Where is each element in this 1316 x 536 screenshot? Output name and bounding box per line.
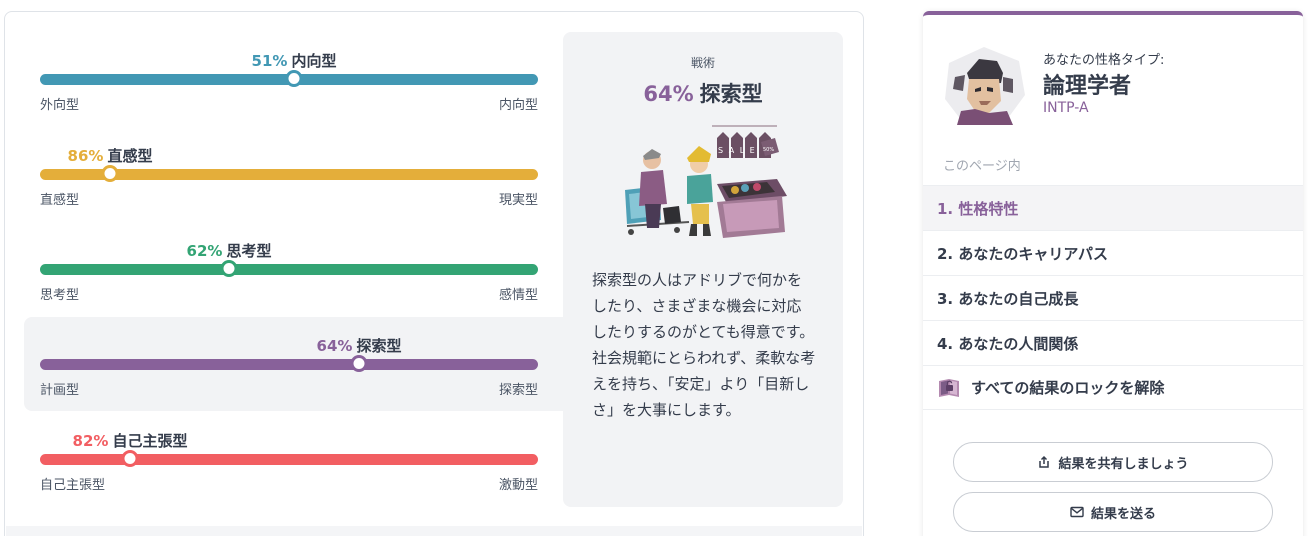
trait-knob[interactable] <box>220 260 238 277</box>
trait-right-label: 現実型 <box>498 193 538 208</box>
toc-item-label: 1. 性格特性 <box>937 199 1019 218</box>
trait-knob[interactable] <box>101 165 119 182</box>
unlock-all-results[interactable]: すべての結果のロックを解除 <box>923 365 1303 410</box>
result-sidebar: あなたの性格タイプ: 論理学者 INTP-A このページ内 1. 性格特性 2.… <box>923 11 1303 536</box>
logician-avatar <box>945 47 1025 125</box>
share-results-label: 結果を共有しましょう <box>1058 456 1189 472</box>
trait-right-label: 内向型 <box>498 98 538 113</box>
trait-percent: 64% <box>316 337 353 355</box>
card-footer-strip <box>6 526 862 536</box>
trait-name: 直感型 <box>107 147 153 165</box>
unlock-label: すべての結果のロックを解除 <box>971 379 1165 397</box>
trait-name: 自己主張型 <box>112 432 188 450</box>
trait-name: 内向型 <box>291 52 337 70</box>
trait-left-label: 思考型 <box>40 288 80 303</box>
trait-bar <box>40 454 538 465</box>
trait-name: 思考型 <box>226 242 272 260</box>
toc-item-label: 2. あなたのキャリアパス <box>937 244 1109 263</box>
share-icon <box>1039 455 1050 468</box>
trait-percent: 86% <box>67 147 104 165</box>
trait-percent: 51% <box>251 52 288 70</box>
sale-tag-text: SALE <box>718 146 760 155</box>
trait-bar <box>40 264 538 275</box>
trait-mind[interactable]: 86% 直感型 直感型 現実型 <box>40 145 538 225</box>
send-results-label: 結果を送る <box>1090 506 1156 522</box>
unlock-book-icon <box>939 378 959 397</box>
toc-item-label: 3. あなたの自己成長 <box>937 289 1079 308</box>
trait-detail-percent: 64% <box>643 82 694 106</box>
trait-right-label: 感情型 <box>498 288 538 303</box>
personality-type-kicker: あなたの性格タイプ: <box>1043 53 1165 68</box>
trait-nature[interactable]: 62% 思考型 思考型 感情型 <box>40 240 538 320</box>
trait-left-label: 外向型 <box>40 98 80 113</box>
trait-detail-kicker: 戦術 <box>690 56 715 70</box>
trait-knob[interactable] <box>285 70 303 87</box>
personality-type-name: 論理学者 <box>1043 74 1132 99</box>
mail-icon <box>1070 506 1084 518</box>
toc-item-traits[interactable]: 1. 性格特性 <box>923 185 1303 230</box>
trait-label: 64% 探索型 <box>317 335 402 356</box>
trait-right-label: 探索型 <box>498 383 538 398</box>
trait-label: 62% 思考型 <box>187 240 272 261</box>
trait-label: 51% 内向型 <box>252 50 337 71</box>
trait-knob[interactable] <box>350 355 368 372</box>
trait-name: 探索型 <box>356 337 402 355</box>
trait-bar <box>40 359 538 370</box>
trait-left-label: 直感型 <box>40 193 80 208</box>
trait-percent: 82% <box>72 432 109 450</box>
trait-knob[interactable] <box>121 450 139 467</box>
toc-item-career[interactable]: 2. あなたのキャリアパス <box>923 230 1303 275</box>
toc-item-label: 4. あなたの人間関係 <box>937 334 1079 353</box>
toc-label: このページ内 <box>943 159 1021 174</box>
shopping-illustration: SALE 50% <box>625 125 787 238</box>
table-of-contents: 1. 性格特性 2. あなたのキャリアパス 3. あなたの自己成長 4. あなた… <box>923 185 1303 410</box>
trait-detail-description: 探索型の人はアドリブで何かをしたり、さまざまな機会に対応したりするのがとても得意… <box>592 271 816 419</box>
trait-detail-headline: 64% 探索型 <box>563 78 843 108</box>
sale-tag-percent: 50% <box>763 147 774 153</box>
trait-detail-name: 探索型 <box>699 82 763 106</box>
trait-percent: 62% <box>186 242 223 260</box>
share-results-button[interactable]: 結果を共有しましょう <box>953 442 1273 482</box>
personality-type-code: INTP-A <box>1043 100 1089 116</box>
send-results-button[interactable]: 結果を送る <box>953 492 1273 532</box>
trait-tactics[interactable]: 64% 探索型 計画型 探索型 <box>40 335 538 415</box>
trait-left-label: 自己主張型 <box>40 478 106 493</box>
toc-item-growth[interactable]: 3. あなたの自己成長 <box>923 275 1303 320</box>
trait-label: 86% 直感型 <box>68 145 153 166</box>
toc-item-relationships[interactable]: 4. あなたの人間関係 <box>923 320 1303 365</box>
trait-energy[interactable]: 51% 内向型 外向型 内向型 <box>40 50 538 130</box>
trait-right-label: 激動型 <box>498 478 538 493</box>
trait-detail-panel: 戦術 64% 探索型 SALE 50% 探索型の人はアドリブで何かをしたり、さま… <box>563 32 843 507</box>
trait-label: 82% 自己主張型 <box>73 430 188 451</box>
trait-left-label: 計画型 <box>40 383 80 398</box>
trait-identity[interactable]: 82% 自己主張型 自己主張型 激動型 <box>40 430 538 510</box>
